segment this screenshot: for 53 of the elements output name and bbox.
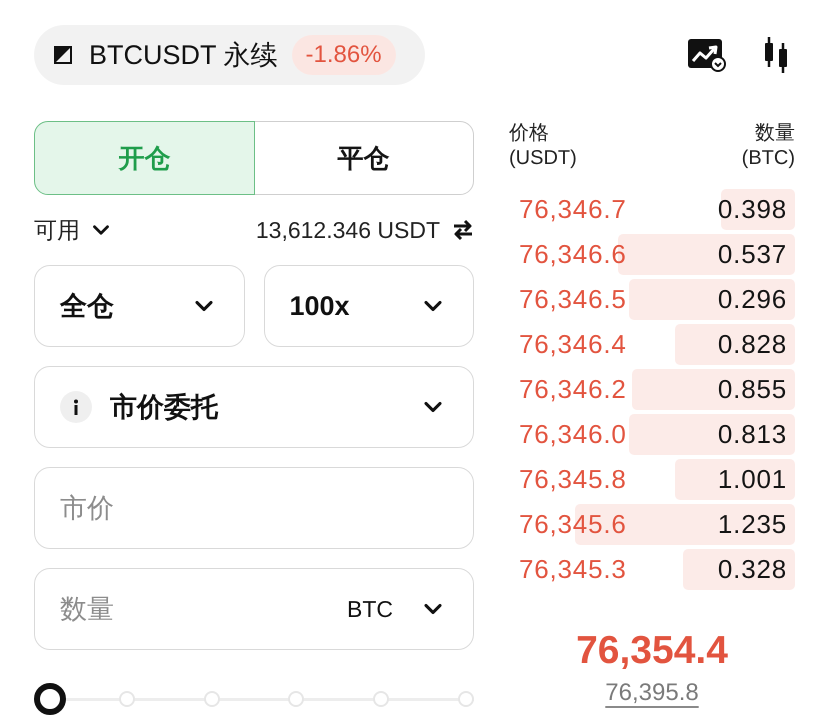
ask-quantity: 0.828 — [718, 329, 787, 360]
ask-price: 76,346.2 — [519, 374, 627, 405]
ask-price: 76,346.7 — [519, 194, 627, 225]
available-amount: 13,612.346 USDT — [256, 216, 440, 244]
column-header: 价格 (USDT) — [509, 121, 577, 171]
order-type-select[interactable]: 市价委托 — [34, 366, 474, 448]
ask-price: 76,345.3 — [519, 554, 627, 585]
last-price: 76,354.4 — [576, 628, 728, 674]
ask-row[interactable]: 76,345.6 1.235 — [509, 502, 795, 547]
ask-price: 76,346.5 — [519, 284, 627, 315]
candlestick-icon[interactable] — [762, 37, 790, 73]
ask-row[interactable]: 76,346.7 0.398 — [509, 187, 795, 232]
ask-quantity: 0.328 — [718, 554, 787, 585]
column-header: 数量 (BTC) — [742, 121, 795, 171]
slider-thumb[interactable] — [34, 683, 66, 715]
position-tab[interactable]: 平仓 — [253, 121, 474, 195]
ask-row[interactable]: 76,346.0 0.813 — [509, 412, 795, 457]
swap-icon[interactable] — [452, 219, 474, 241]
ask-row[interactable]: 76,345.8 1.001 — [509, 457, 795, 502]
leverage-select[interactable]: 100x — [264, 265, 474, 347]
slider-step-icon — [373, 691, 390, 707]
ask-quantity: 0.398 — [718, 194, 787, 225]
margin-mode-select[interactable]: 全仓 — [34, 265, 244, 347]
price-field[interactable]: 市价 — [34, 467, 474, 549]
ask-quantity: 1.001 — [718, 464, 787, 495]
slider-step-icon — [288, 691, 304, 707]
ask-quantity: 0.296 — [718, 284, 787, 315]
ask-price: 76,345.8 — [519, 464, 627, 495]
ask-row[interactable]: 76,346.4 0.828 — [509, 322, 795, 367]
unit-selector[interactable]: BTC — [347, 589, 447, 629]
ask-price: 76,346.6 — [519, 239, 627, 270]
slider-step-icon — [458, 691, 474, 707]
ask-row[interactable]: 76,346.6 0.537 — [509, 232, 795, 277]
chart-settings-icon[interactable] — [688, 38, 726, 72]
info-icon — [60, 391, 92, 423]
ask-quantity: 1.235 — [718, 509, 787, 540]
ask-quantity: 0.813 — [718, 419, 787, 450]
price-change: -1.86% — [292, 35, 396, 75]
symbol-name: BTCUSDT 永续 — [89, 39, 278, 72]
ask-price: 76,345.6 — [519, 509, 627, 540]
ask-row[interactable]: 76,345.3 0.328 — [509, 547, 795, 592]
ask-quantity: 0.537 — [718, 239, 787, 270]
slider-step-icon — [118, 691, 135, 707]
available-selector[interactable]: 可用 — [34, 214, 114, 246]
slider-step-icon — [204, 691, 220, 707]
square-icon — [54, 46, 72, 64]
symbol-selector[interactable]: BTCUSDT 永续 -1.86% — [34, 25, 425, 85]
ask-row[interactable]: 76,346.5 0.296 — [509, 277, 795, 322]
ask-quantity: 0.855 — [718, 374, 787, 405]
ask-price: 76,346.4 — [519, 329, 627, 360]
mark-price[interactable]: 76,395.8 — [605, 679, 699, 707]
ask-row[interactable]: 76,346.2 0.855 — [509, 367, 795, 412]
ask-price: 76,346.0 — [519, 419, 627, 450]
